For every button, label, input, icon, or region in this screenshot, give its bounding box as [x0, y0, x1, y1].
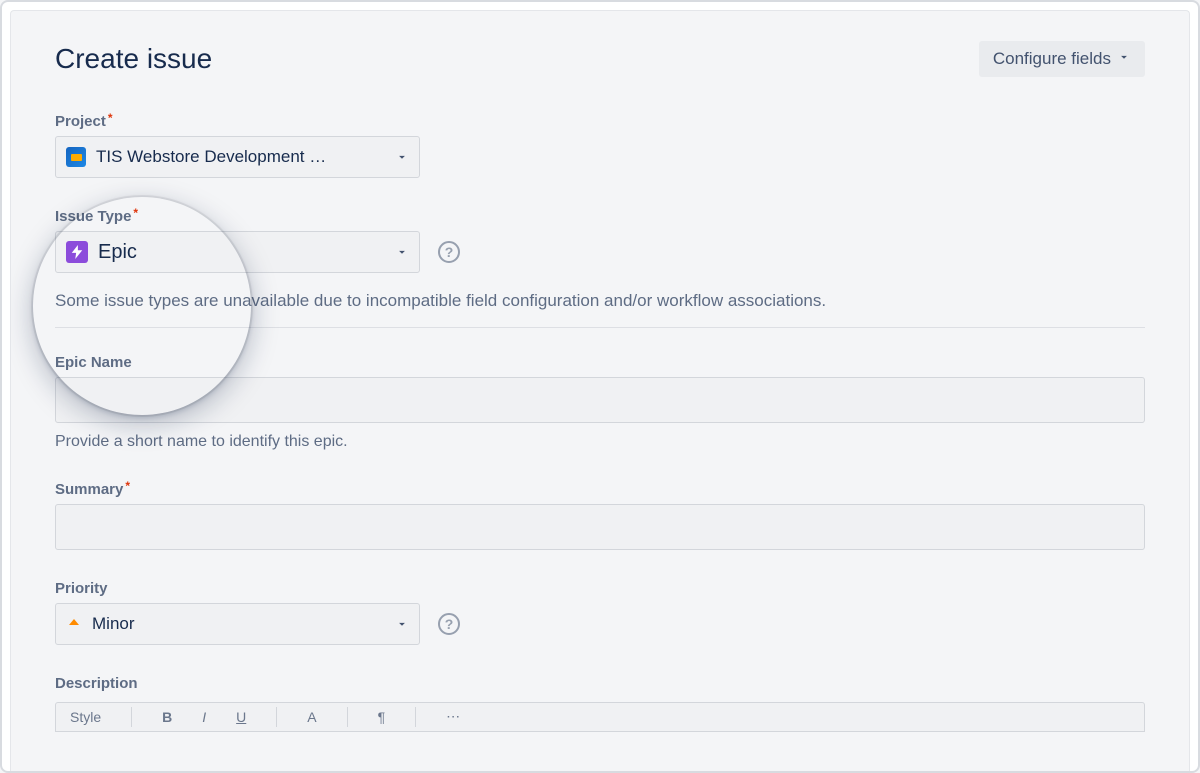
- project-icon: [66, 147, 86, 167]
- epic-name-label: Epic Name: [55, 354, 1145, 371]
- epic-name-hint: Provide a short name to identify this ep…: [55, 433, 1145, 451]
- issue-type-label: Issue Type*: [55, 208, 1145, 225]
- chevron-down-icon: [1117, 49, 1131, 69]
- chevron-down-icon: [395, 150, 409, 164]
- configure-fields-label: Configure fields: [993, 49, 1111, 69]
- epic-name-input[interactable]: [55, 377, 1145, 423]
- issue-type-value: Epic: [98, 241, 137, 264]
- issue-type-hint: Some issue types are unavailable due to …: [55, 289, 1145, 313]
- divider: [55, 327, 1145, 328]
- chevron-down-icon: [395, 245, 409, 259]
- priority-select[interactable]: Minor: [55, 603, 420, 645]
- issue-type-select[interactable]: Epic: [55, 231, 420, 273]
- description-label: Description: [55, 675, 1145, 692]
- project-label: Project*: [55, 113, 1145, 130]
- help-icon[interactable]: ?: [438, 613, 460, 635]
- summary-input[interactable]: [55, 504, 1145, 550]
- project-value: TIS Webstore Development …: [96, 147, 326, 167]
- chevron-down-icon: [395, 617, 409, 631]
- priority-value: Minor: [92, 614, 135, 634]
- help-icon[interactable]: ?: [438, 241, 460, 263]
- epic-icon: [66, 241, 88, 263]
- page-title: Create issue: [55, 43, 212, 75]
- priority-label: Priority: [55, 580, 1145, 597]
- configure-fields-button[interactable]: Configure fields: [979, 41, 1145, 77]
- priority-minor-icon: [66, 616, 82, 632]
- project-select[interactable]: TIS Webstore Development …: [55, 136, 420, 178]
- description-toolbar[interactable]: Style BIU A ¶ ⋯: [55, 702, 1145, 732]
- summary-label: Summary*: [55, 481, 1145, 498]
